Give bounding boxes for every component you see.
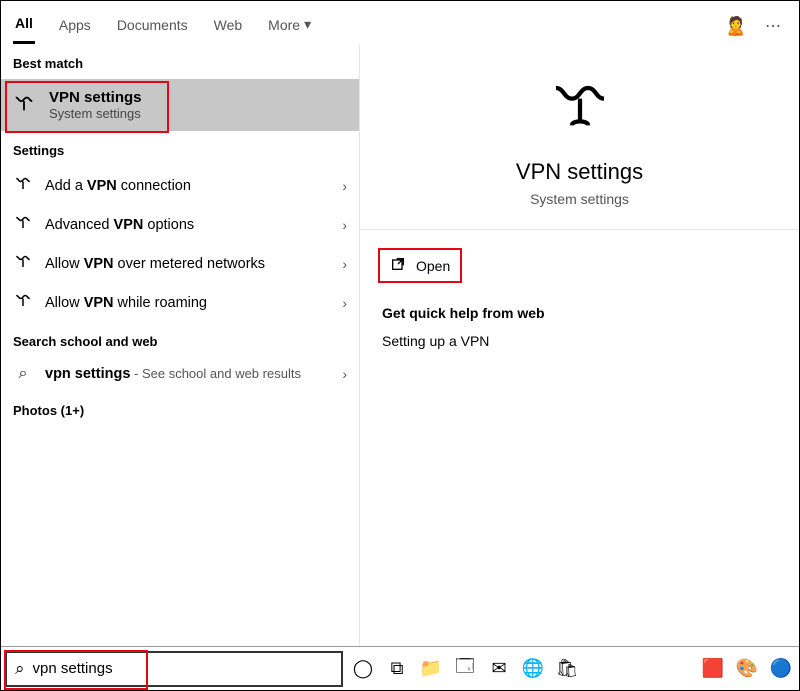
search-input[interactable] bbox=[33, 653, 333, 685]
section-photos: Photos (1+) bbox=[1, 391, 359, 426]
chevron-right-icon: › bbox=[342, 217, 347, 233]
settings-item-3[interactable]: Allow VPN while roaming› bbox=[1, 283, 359, 322]
open-icon bbox=[390, 256, 406, 275]
chevron-right-icon: › bbox=[342, 178, 347, 194]
results-pane: Best match VPN settings System settings … bbox=[1, 44, 359, 646]
best-match-result[interactable]: VPN settings System settings bbox=[1, 79, 359, 131]
best-match-subtitle: System settings bbox=[49, 106, 142, 121]
store-icon[interactable]: 🛍 bbox=[553, 655, 581, 683]
cortana-icon[interactable]: ◯ bbox=[349, 655, 377, 683]
chevron-right-icon: › bbox=[342, 256, 347, 272]
tab-documents[interactable]: Documents bbox=[115, 11, 190, 43]
more-options-icon[interactable]: ⋯ bbox=[765, 16, 781, 37]
help-header: Get quick help from web bbox=[382, 305, 777, 321]
tab-more[interactable]: More ▾ bbox=[266, 10, 313, 43]
settings-item-0[interactable]: Add a VPN connection› bbox=[1, 166, 359, 205]
preview-pane: VPN settings System settings Open Get qu… bbox=[359, 44, 799, 646]
tab-apps[interactable]: Apps bbox=[57, 11, 93, 43]
section-settings: Settings bbox=[1, 131, 359, 166]
file-explorer-icon[interactable]: 📁 bbox=[417, 655, 445, 683]
best-match-title: VPN settings bbox=[49, 89, 142, 106]
task-view-icon[interactable]: ⧉ bbox=[383, 655, 411, 683]
chrome-icon[interactable]: 🔵 bbox=[767, 655, 795, 683]
open-button[interactable]: Open bbox=[378, 248, 462, 283]
vpn-icon bbox=[548, 72, 612, 141]
vpn-icon bbox=[13, 92, 35, 119]
web-result[interactable]: ⌕ vpn settings - See school and web resu… bbox=[1, 357, 359, 391]
help-link-setup-vpn[interactable]: Setting up a VPN bbox=[382, 333, 777, 349]
preview-title: VPN settings bbox=[516, 159, 643, 185]
mail-icon[interactable]: ✉ bbox=[485, 655, 513, 683]
filter-tabs: All Apps Documents Web More ▾ 🙎 ⋯ bbox=[1, 1, 799, 44]
taskbar: ⌕ ◯ ⧉ 📁 🗔 ✉ 🌐 🛍 🟥 🎨 🔵 bbox=[1, 646, 799, 690]
vpn-icon bbox=[13, 213, 33, 236]
chevron-right-icon: › bbox=[342, 366, 347, 382]
section-best-match: Best match bbox=[1, 44, 359, 79]
app-icon-2[interactable]: 🟥 bbox=[699, 655, 727, 683]
settings-item-1[interactable]: Advanced VPN options› bbox=[1, 205, 359, 244]
vpn-icon bbox=[13, 252, 33, 275]
tab-more-label: More bbox=[268, 17, 300, 33]
vpn-icon bbox=[13, 174, 33, 197]
open-label: Open bbox=[416, 258, 450, 274]
settings-item-2[interactable]: Allow VPN over metered networks› bbox=[1, 244, 359, 283]
tab-web[interactable]: Web bbox=[212, 11, 245, 43]
search-icon: ⌕ bbox=[13, 365, 33, 383]
preview-subtitle: System settings bbox=[530, 191, 629, 207]
tab-all[interactable]: All bbox=[13, 9, 35, 44]
feedback-icon[interactable]: 🙎 bbox=[725, 16, 747, 37]
chevron-right-icon: › bbox=[342, 295, 347, 311]
search-box[interactable]: ⌕ bbox=[5, 651, 343, 687]
figma-icon[interactable]: 🎨 bbox=[733, 655, 761, 683]
app-icon-1[interactable]: 🗔 bbox=[451, 655, 479, 683]
edge-icon[interactable]: 🌐 bbox=[519, 655, 547, 683]
chevron-down-icon: ▾ bbox=[304, 16, 311, 33]
section-search-web: Search school and web bbox=[1, 322, 359, 357]
vpn-icon bbox=[13, 291, 33, 314]
search-icon: ⌕ bbox=[15, 659, 25, 679]
